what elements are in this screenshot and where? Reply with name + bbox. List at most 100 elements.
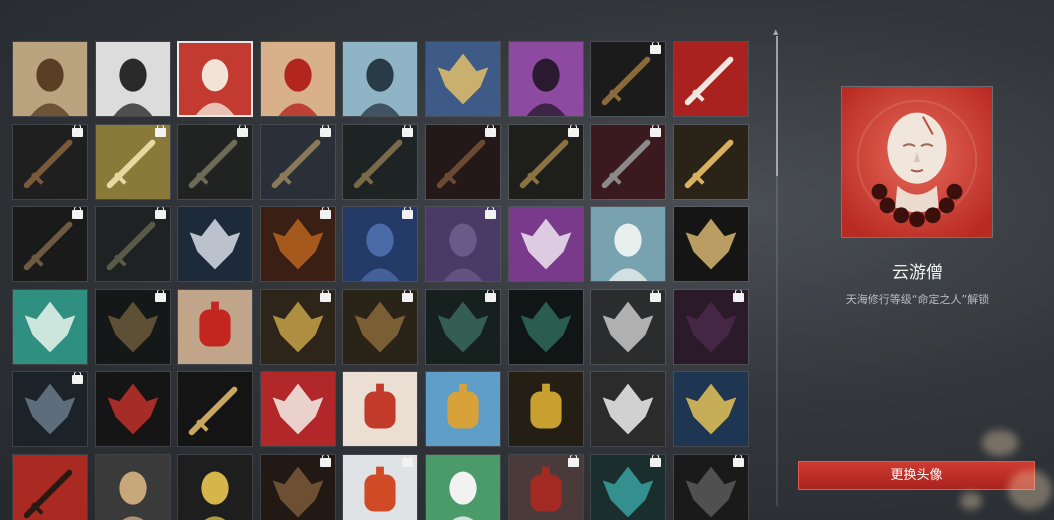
avatar-tile[interactable] (94, 454, 171, 520)
lock-icon (319, 289, 331, 302)
avatar-tile[interactable] (12, 206, 88, 283)
avatar-tile[interactable] (177, 123, 254, 200)
avatar-tile[interactable] (507, 371, 584, 448)
spear-icon (673, 124, 748, 199)
change-avatar-button[interactable]: 更换头像 (798, 461, 1035, 490)
lock-icon (485, 207, 496, 220)
avatar-tile[interactable] (342, 454, 419, 520)
gold-bust-icon (178, 455, 253, 520)
purple-priestess-icon (508, 42, 583, 116)
avatar-tile[interactable] (342, 123, 419, 200)
avatar-tile[interactable] (590, 454, 667, 520)
avatar-tile[interactable] (672, 288, 749, 365)
avatar-tile[interactable] (590, 123, 667, 200)
avatar-tile[interactable] (425, 454, 501, 520)
ornate-deity-icon (426, 42, 500, 116)
lock-icon (650, 124, 662, 137)
avatar-tile[interactable] (507, 454, 584, 520)
avatar-tile[interactable] (12, 41, 88, 117)
lock-icon (319, 207, 331, 220)
avatar-tile[interactable] (590, 206, 667, 283)
avatar-tile[interactable] (342, 371, 419, 448)
man-portrait-icon (13, 42, 87, 116)
avatar-tile[interactable] (259, 288, 336, 365)
avatar-tile[interactable] (259, 454, 336, 520)
lock-icon (485, 124, 496, 137)
paper-crane-icon (260, 372, 335, 447)
avatar-tile[interactable] (507, 288, 584, 365)
green-lotus-icon (13, 289, 87, 364)
monk-icon (842, 87, 992, 237)
avatar-tile[interactable] (259, 123, 336, 200)
monk-icon (179, 43, 252, 115)
hooded-woman-icon (95, 42, 170, 116)
red-lotus-icon (95, 372, 170, 447)
lock-icon (402, 124, 414, 137)
serpent-sword-icon (508, 207, 583, 282)
avatar-tile[interactable] (94, 206, 171, 283)
avatar-tile[interactable] (672, 371, 749, 448)
lock-icon (237, 124, 249, 137)
avatar-grid (12, 41, 752, 520)
avatar-tile[interactable] (12, 288, 88, 365)
avatar-tile[interactable] (672, 454, 749, 520)
avatar-tile[interactable] (507, 41, 584, 117)
avatar-tile[interactable] (425, 41, 501, 117)
umbrella-icon (343, 372, 418, 447)
lock-icon (732, 455, 744, 467)
avatar-tile[interactable] (259, 41, 336, 117)
arrow-circle-icon (178, 372, 253, 447)
gourd-icon (426, 372, 500, 447)
avatar-tile[interactable] (425, 371, 501, 448)
avatar-tile[interactable] (672, 41, 749, 117)
avatar-tile[interactable] (342, 206, 419, 283)
avatar-tile[interactable] (425, 123, 501, 200)
lock-icon (650, 42, 662, 54)
lock-icon (485, 289, 496, 302)
avatar-tile[interactable] (259, 371, 336, 448)
vajra-icon (673, 207, 748, 282)
avatar-tile[interactable] (590, 371, 667, 448)
lock-icon (319, 455, 331, 467)
avatar-tile[interactable] (12, 454, 88, 520)
avatar-name: 云游僧 (892, 263, 943, 283)
avatar-tile[interactable] (94, 123, 171, 200)
lock-icon (72, 124, 83, 137)
lock-icon (732, 289, 744, 302)
avatar-tile[interactable] (177, 206, 254, 283)
avatar-tile[interactable] (94, 41, 171, 117)
bokeh-light (982, 430, 1018, 456)
coin-tassel-icon (508, 372, 583, 447)
avatar-tile[interactable] (12, 123, 88, 200)
lock-icon (154, 207, 166, 220)
avatar-tile[interactable] (425, 206, 501, 283)
lock-icon (402, 289, 414, 302)
avatar-tile[interactable] (342, 41, 419, 117)
crossed-katanas-icon (673, 42, 748, 116)
avatar-tile[interactable] (177, 454, 254, 520)
avatar-tile[interactable] (259, 206, 336, 283)
lock-icon (72, 372, 83, 385)
avatar-tile[interactable] (672, 206, 749, 283)
avatar-tile[interactable] (94, 371, 171, 448)
gold-mask-icon (673, 372, 748, 447)
avatar-tile[interactable] (590, 41, 667, 117)
avatar-tile[interactable] (177, 371, 254, 448)
panda-icon (426, 455, 500, 520)
lock-icon (650, 289, 662, 302)
avatar-tile[interactable] (12, 371, 88, 448)
dragon-mask-icon (178, 207, 253, 282)
scroll-up-arrow-icon[interactable]: ▲ (773, 29, 781, 36)
avatar-tile[interactable] (507, 123, 584, 200)
avatar-tile[interactable] (672, 123, 749, 200)
lock-icon (567, 455, 579, 467)
avatar-tile[interactable] (177, 288, 254, 365)
avatar-tile[interactable] (94, 288, 171, 365)
avatar-tile[interactable] (425, 288, 501, 365)
avatar-tile[interactable] (342, 288, 419, 365)
avatar-tile[interactable] (590, 288, 667, 365)
avatar-tile[interactable] (507, 206, 584, 283)
scrollbar-thumb[interactable] (776, 36, 778, 176)
green-flame-icon (508, 289, 583, 364)
avatar-tile[interactable] (177, 41, 254, 117)
